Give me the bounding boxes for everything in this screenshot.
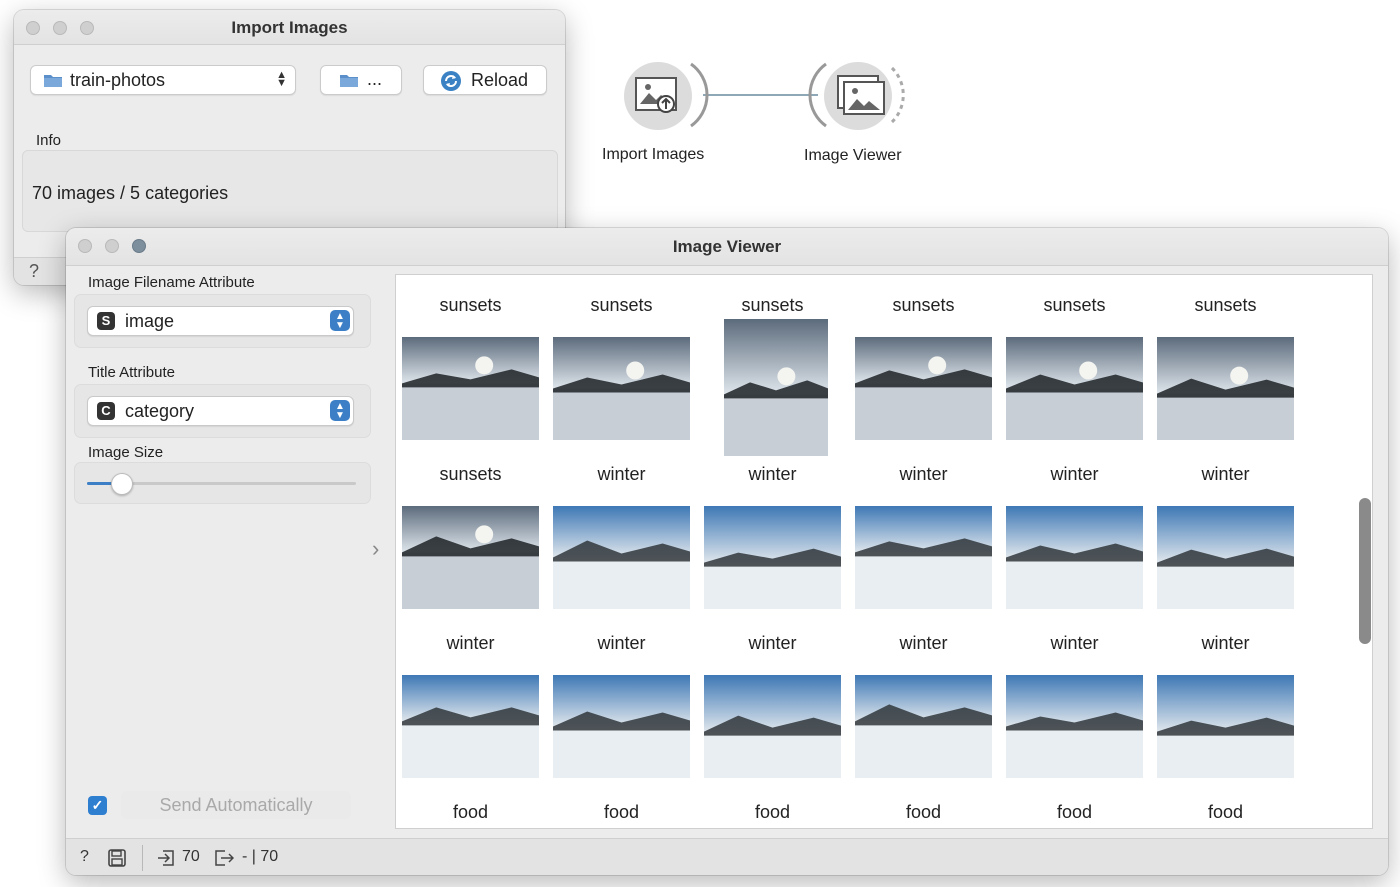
thumbnail-image[interactable] bbox=[1006, 675, 1143, 783]
image-viewer-node[interactable]: Image Viewer bbox=[804, 60, 908, 170]
thumbnail-title: food bbox=[452, 802, 489, 822]
thumbnail-image[interactable] bbox=[1157, 337, 1294, 445]
info-box: 70 images / 5 categories bbox=[22, 150, 558, 232]
thumbnail-title: sunsets bbox=[590, 295, 653, 315]
thumbnail-image[interactable] bbox=[1157, 506, 1294, 614]
thumbnail-image[interactable] bbox=[553, 675, 690, 783]
thumbnail-title: sunsets bbox=[892, 295, 955, 315]
thumbnail-title: food bbox=[754, 802, 791, 822]
thumbnail-title: winter bbox=[1050, 633, 1099, 653]
thumbnail-image[interactable] bbox=[704, 506, 841, 614]
thumbnail-title: food bbox=[1056, 802, 1093, 822]
thumbnail-image[interactable] bbox=[704, 675, 841, 783]
status-separator bbox=[142, 845, 143, 871]
thumbnail-image[interactable] bbox=[1006, 506, 1143, 614]
thumbnail-title: winter bbox=[1201, 464, 1250, 484]
folder-icon bbox=[44, 75, 62, 87]
thumbnail-title: winter bbox=[446, 633, 495, 653]
thumbnail-image[interactable] bbox=[402, 506, 539, 614]
thumbnail-title: winter bbox=[597, 633, 646, 653]
image-size-slider[interactable] bbox=[87, 473, 356, 495]
categorical-type-icon: C bbox=[97, 402, 115, 420]
filename-attr-label: Image Filename Attribute bbox=[88, 274, 255, 291]
filename-attr-group: S image ▲ ▼ bbox=[74, 294, 371, 348]
input-count: 70 bbox=[182, 848, 200, 865]
window-title: Import Images bbox=[231, 18, 348, 37]
thumbnail-image[interactable] bbox=[855, 506, 992, 614]
save-icon[interactable] bbox=[108, 849, 126, 867]
thumbnail-title: sunsets bbox=[1043, 295, 1106, 315]
thumbnail-title: food bbox=[905, 802, 942, 822]
reload-label: Reload bbox=[471, 70, 529, 90]
thumbnail-image[interactable] bbox=[402, 337, 539, 445]
thumbnail-image[interactable] bbox=[855, 675, 992, 783]
thumbnail-image[interactable] bbox=[1157, 675, 1294, 783]
title-attr-combo[interactable]: C category ▲ ▼ bbox=[87, 396, 354, 426]
thumbnail-image[interactable] bbox=[402, 675, 539, 783]
import-node-label: Import Images bbox=[602, 146, 705, 163]
directory-select[interactable]: train-photos ▲ ▼ bbox=[30, 65, 296, 95]
title-attr-group: C category ▲ ▼ bbox=[74, 384, 371, 438]
image-viewer-icon bbox=[808, 62, 905, 128]
thumbnail-title: sunsets bbox=[741, 295, 804, 315]
slider-handle[interactable] bbox=[110, 473, 133, 495]
browse-label: ... bbox=[367, 69, 383, 89]
info-text: 70 images / 5 categories bbox=[32, 183, 229, 203]
info-heading: Info bbox=[36, 132, 62, 149]
thumbnail-title: sunsets bbox=[439, 464, 502, 484]
image-size-label: Image Size bbox=[88, 444, 164, 461]
window-title: Image Viewer bbox=[672, 237, 782, 256]
thumbnail-image[interactable] bbox=[855, 337, 992, 445]
import-images-node[interactable]: Import Images bbox=[602, 60, 710, 170]
thumbnail-title: food bbox=[1207, 802, 1244, 822]
help-icon[interactable]: ? bbox=[29, 261, 39, 282]
string-type-icon: S bbox=[97, 312, 115, 330]
node-link[interactable] bbox=[703, 94, 818, 96]
import-images-icon bbox=[635, 62, 709, 128]
filename-attr-value: image bbox=[125, 311, 175, 331]
thumbnail-title: winter bbox=[597, 464, 646, 484]
updown-chevron-icon: ▲ ▼ bbox=[330, 400, 350, 421]
send-automatically-checkbox[interactable]: ✓ bbox=[88, 796, 107, 815]
output-icon bbox=[215, 850, 234, 866]
reload-button[interactable]: Reload bbox=[423, 65, 547, 95]
viewer-status-bar: ? 70 - | 70 bbox=[66, 838, 1388, 875]
send-automatically-button[interactable]: Send Automatically bbox=[121, 791, 351, 819]
viewer-node-label: Image Viewer bbox=[804, 147, 902, 164]
help-icon[interactable]: ? bbox=[80, 848, 89, 866]
thumbnail-image[interactable] bbox=[724, 319, 828, 461]
directory-name: train-photos bbox=[70, 70, 166, 90]
thumbnail-image[interactable] bbox=[1006, 337, 1143, 445]
title-attr-label: Title Attribute bbox=[88, 364, 175, 381]
viewer-titlebar[interactable]: Image Viewer bbox=[66, 228, 1388, 266]
filename-attr-combo[interactable]: S image ▲ ▼ bbox=[87, 306, 354, 336]
import-titlebar[interactable]: Import Images bbox=[14, 10, 565, 45]
output-count: - | 70 bbox=[242, 848, 279, 865]
thumbnail-title: sunsets bbox=[439, 295, 502, 315]
input-icon bbox=[158, 850, 174, 866]
thumbnail-title: winter bbox=[748, 464, 797, 484]
updown-chevron-icon: ▲ ▼ bbox=[276, 69, 287, 89]
thumbnail-title: winter bbox=[748, 633, 797, 653]
reload-icon bbox=[441, 71, 461, 91]
thumbnail-title: winter bbox=[1050, 464, 1099, 484]
chevron-right-icon[interactable]: › bbox=[372, 536, 379, 562]
folder-icon bbox=[340, 75, 358, 87]
thumbnail-title: winter bbox=[1201, 633, 1250, 653]
thumbnail-image[interactable] bbox=[553, 506, 690, 614]
title-attr-value: category bbox=[125, 401, 195, 421]
thumbnail-title: winter bbox=[899, 633, 948, 653]
image-viewer-window: Image Viewer Image Filename Attribute S … bbox=[66, 228, 1388, 875]
thumbnail-title: sunsets bbox=[1194, 295, 1257, 315]
browse-button[interactable]: ... bbox=[320, 65, 402, 95]
thumbnail-title: food bbox=[603, 802, 640, 822]
image-grid[interactable]: sunsets sunsets sunsets sunsets sunsets sunse… bbox=[395, 274, 1373, 829]
thumbnail-image[interactable] bbox=[553, 337, 690, 445]
vertical-scrollbar[interactable] bbox=[1359, 498, 1371, 644]
thumbnail-title: winter bbox=[899, 464, 948, 484]
slider-fill bbox=[87, 482, 114, 485]
updown-chevron-icon: ▲ ▼ bbox=[330, 310, 350, 331]
